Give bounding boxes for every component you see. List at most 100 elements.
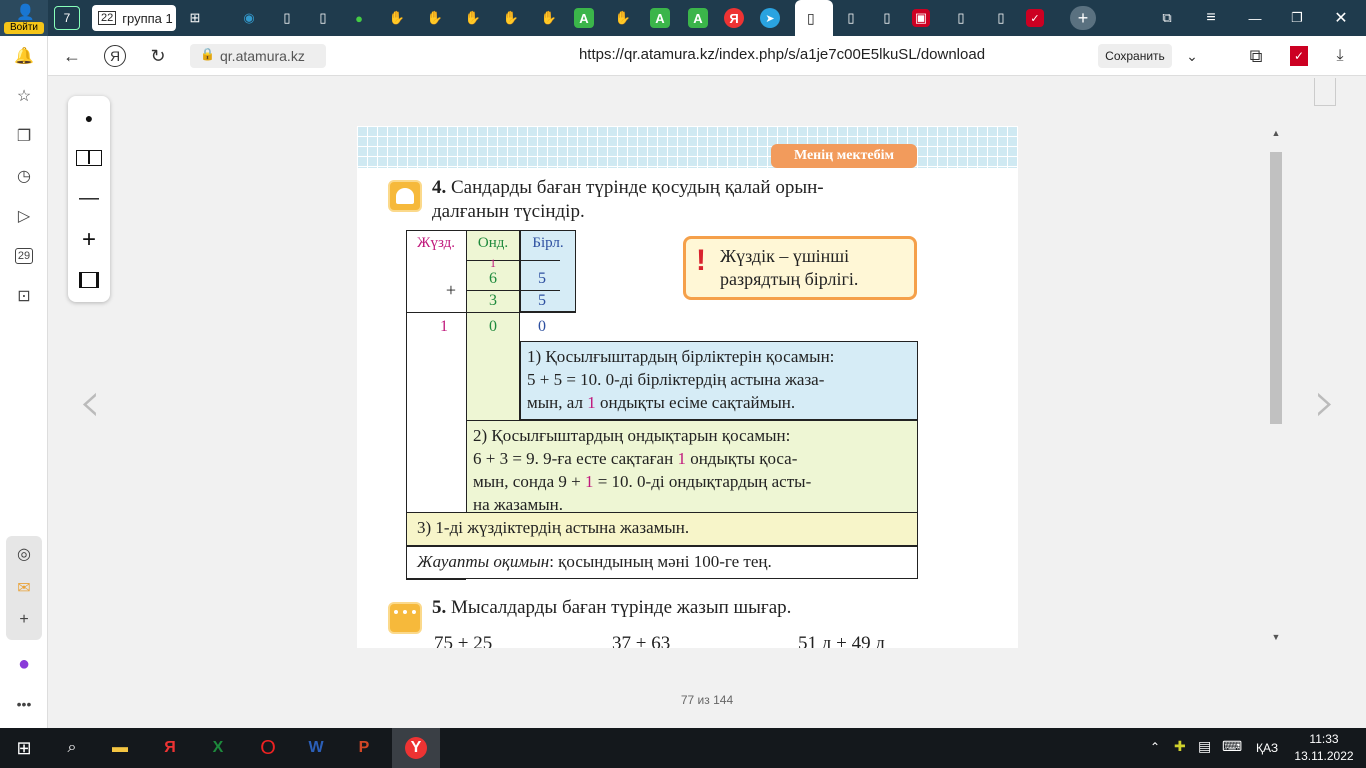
reload-icon[interactable]: ↻	[146, 44, 170, 68]
camera-app-icon[interactable]: ◎	[10, 540, 38, 568]
task5-title: 5. Мысалдарды баған түрінде жазып шығар.	[432, 596, 791, 620]
collections-icon[interactable]: ❐	[10, 122, 38, 150]
language-indicator[interactable]: ҚАЗ	[1256, 741, 1278, 755]
exclamation-icon: !	[696, 244, 706, 277]
step2-line3b: = 10. 0-ді ондықтардың асты-	[593, 472, 812, 491]
menu-icon[interactable]: ≡	[1198, 6, 1224, 30]
notes-icon[interactable]: ▤	[1198, 738, 1211, 755]
red-tab-icon[interactable]: ▣	[912, 9, 930, 27]
document-tab-icon[interactable]: ▯	[988, 6, 1014, 30]
tab-bar: 👤 Войти 7 22 группа 1 ⊞ ◉ ▯ ▯ ● ✋ ✋ ✋ ✋ …	[0, 0, 1366, 36]
site-tab-icon[interactable]: ◉	[236, 6, 262, 30]
yandex-y-icon: Y	[405, 737, 427, 759]
zoom-in-icon[interactable]: +	[68, 220, 110, 260]
scroll-down-arrow[interactable]: ▼	[1269, 632, 1283, 644]
a-tab-icon[interactable]: A	[688, 8, 708, 28]
new-tab-icon[interactable]: +	[1070, 6, 1096, 30]
bookmark-icon[interactable]	[1314, 78, 1336, 106]
yandex-tab-icon[interactable]: Я	[724, 8, 744, 28]
word-icon[interactable]: W	[298, 732, 334, 764]
document-tab-icon[interactable]: ▯	[948, 6, 974, 30]
add-app-icon[interactable]: +	[10, 606, 38, 634]
a-tab-icon[interactable]: A	[574, 8, 594, 28]
shield-tab-icon[interactable]: ✓	[1026, 9, 1044, 27]
site-tab-icon[interactable]: ●	[346, 6, 372, 30]
reader-icon[interactable]: ⧉	[1244, 44, 1268, 68]
clock-date[interactable]: 13.11.2022	[1292, 749, 1356, 763]
active-tab[interactable]: ▯	[795, 0, 833, 36]
extension-icon[interactable]: ✓	[1290, 46, 1308, 66]
back-icon[interactable]: ←	[60, 44, 84, 68]
yandex-icon[interactable]: Я	[104, 45, 126, 67]
header-tens: Онд.	[477, 235, 509, 251]
step2-line3a: мын, сонда 9 +	[473, 472, 585, 491]
next-page-arrow[interactable]: ›	[1305, 370, 1345, 435]
alice-icon[interactable]: ●	[10, 650, 38, 678]
new-folder-icon[interactable]: ⊞	[182, 6, 208, 30]
two-page-icon[interactable]	[68, 138, 110, 178]
lock-icon: 🔒	[200, 47, 215, 61]
hand-tab-icon[interactable]: ✋	[422, 6, 448, 30]
scrollbar-thumb[interactable]	[1270, 152, 1282, 424]
restore-icon[interactable]: ❐	[1284, 6, 1310, 30]
tabs-count: 7	[63, 11, 71, 25]
minimize-icon[interactable]: —	[1242, 6, 1268, 30]
windows-start-icon[interactable]: ⊞	[6, 732, 42, 764]
tray-app-icon[interactable]: ✚	[1174, 738, 1186, 755]
note-line2: разрядтың бірлігі.	[720, 269, 859, 289]
download-icon[interactable]: ⤓	[1328, 44, 1352, 68]
yandex-app-icon[interactable]: Я	[152, 732, 188, 764]
scroll-up-arrow[interactable]: ▲	[1269, 128, 1283, 140]
close-window-icon[interactable]: ✕	[1328, 6, 1354, 30]
dot-icon[interactable]: ●	[68, 98, 110, 138]
bell-icon[interactable]: 🔔	[10, 42, 38, 70]
header-hundreds: Жүзд.	[417, 235, 455, 251]
previous-page-arrow[interactable]: ‹	[70, 370, 110, 435]
excel-icon[interactable]: X	[200, 732, 236, 764]
zoom-out-icon[interactable]: —	[68, 178, 110, 218]
yandex-browser-taskbar-icon[interactable]: Y	[392, 728, 440, 768]
a-tab-icon[interactable]: A	[650, 8, 670, 28]
tray-chevron-icon[interactable]: ⌃	[1150, 740, 1160, 754]
calendar-number: 29	[14, 248, 34, 264]
tab-group[interactable]: 22 группа 1	[92, 5, 176, 31]
hand-tab-icon[interactable]: ✋	[610, 6, 636, 30]
hand-tab-icon[interactable]: ✋	[460, 6, 486, 30]
star-icon[interactable]: ☆	[10, 82, 38, 110]
url-field[interactable]: https://qr.atamura.kz/index.php/s/a1je7c…	[482, 46, 1082, 63]
calendar-icon[interactable]: 29	[10, 242, 38, 270]
document-tab-icon[interactable]: ▯	[874, 6, 900, 30]
screenshot-icon[interactable]: ⊡	[10, 282, 38, 310]
chevron-down-icon[interactable]: ⌄	[1180, 44, 1204, 68]
document-tab-icon[interactable]: ▯	[838, 6, 864, 30]
task-icon	[388, 180, 422, 212]
clock-time[interactable]: 11:33	[1296, 732, 1352, 746]
step1-carry: 1	[587, 393, 596, 412]
search-icon[interactable]: ⌕	[54, 732, 90, 764]
opera-icon[interactable]: O	[250, 732, 286, 764]
save-button[interactable]: Сохранить	[1098, 44, 1172, 68]
file-explorer-icon[interactable]: ▬	[102, 732, 138, 764]
play-icon[interactable]: ▷	[10, 202, 38, 230]
more-icon[interactable]: •••	[10, 690, 38, 718]
hand-tab-icon[interactable]: ✋	[536, 6, 562, 30]
example-1: 75 + 25	[434, 633, 493, 648]
hand-tab-icon[interactable]: ✋	[498, 6, 524, 30]
result-tens: 0	[489, 318, 497, 335]
keyboard-icon[interactable]: ⌨	[1222, 738, 1242, 755]
telegram-tab-icon[interactable]: ➤	[760, 8, 780, 28]
hand-tab-icon[interactable]: ✋	[384, 6, 410, 30]
domain-chip[interactable]: 🔒 qr.atamura.kz	[190, 44, 326, 68]
document-tab-icon[interactable]: ▯	[310, 6, 336, 30]
browser-sidebar: 🔔 ☆ ❐ ◷ ▷ 29 ⊡ ◎ ✉ + ● •••	[0, 36, 48, 728]
tabs-count-button[interactable]: 7	[54, 6, 80, 30]
user-icon: 👤	[16, 4, 35, 21]
history-icon[interactable]: ◷	[10, 162, 38, 190]
addend1-units: 5	[538, 270, 546, 287]
powerpoint-icon[interactable]: P	[346, 732, 382, 764]
profile-button[interactable]: 👤 Войти	[0, 0, 48, 36]
tabs-manager-icon[interactable]: ⧉	[1154, 6, 1180, 30]
document-tab-icon[interactable]: ▯	[274, 6, 300, 30]
fit-width-icon[interactable]	[68, 260, 110, 300]
mail-icon[interactable]: ✉	[10, 574, 38, 602]
